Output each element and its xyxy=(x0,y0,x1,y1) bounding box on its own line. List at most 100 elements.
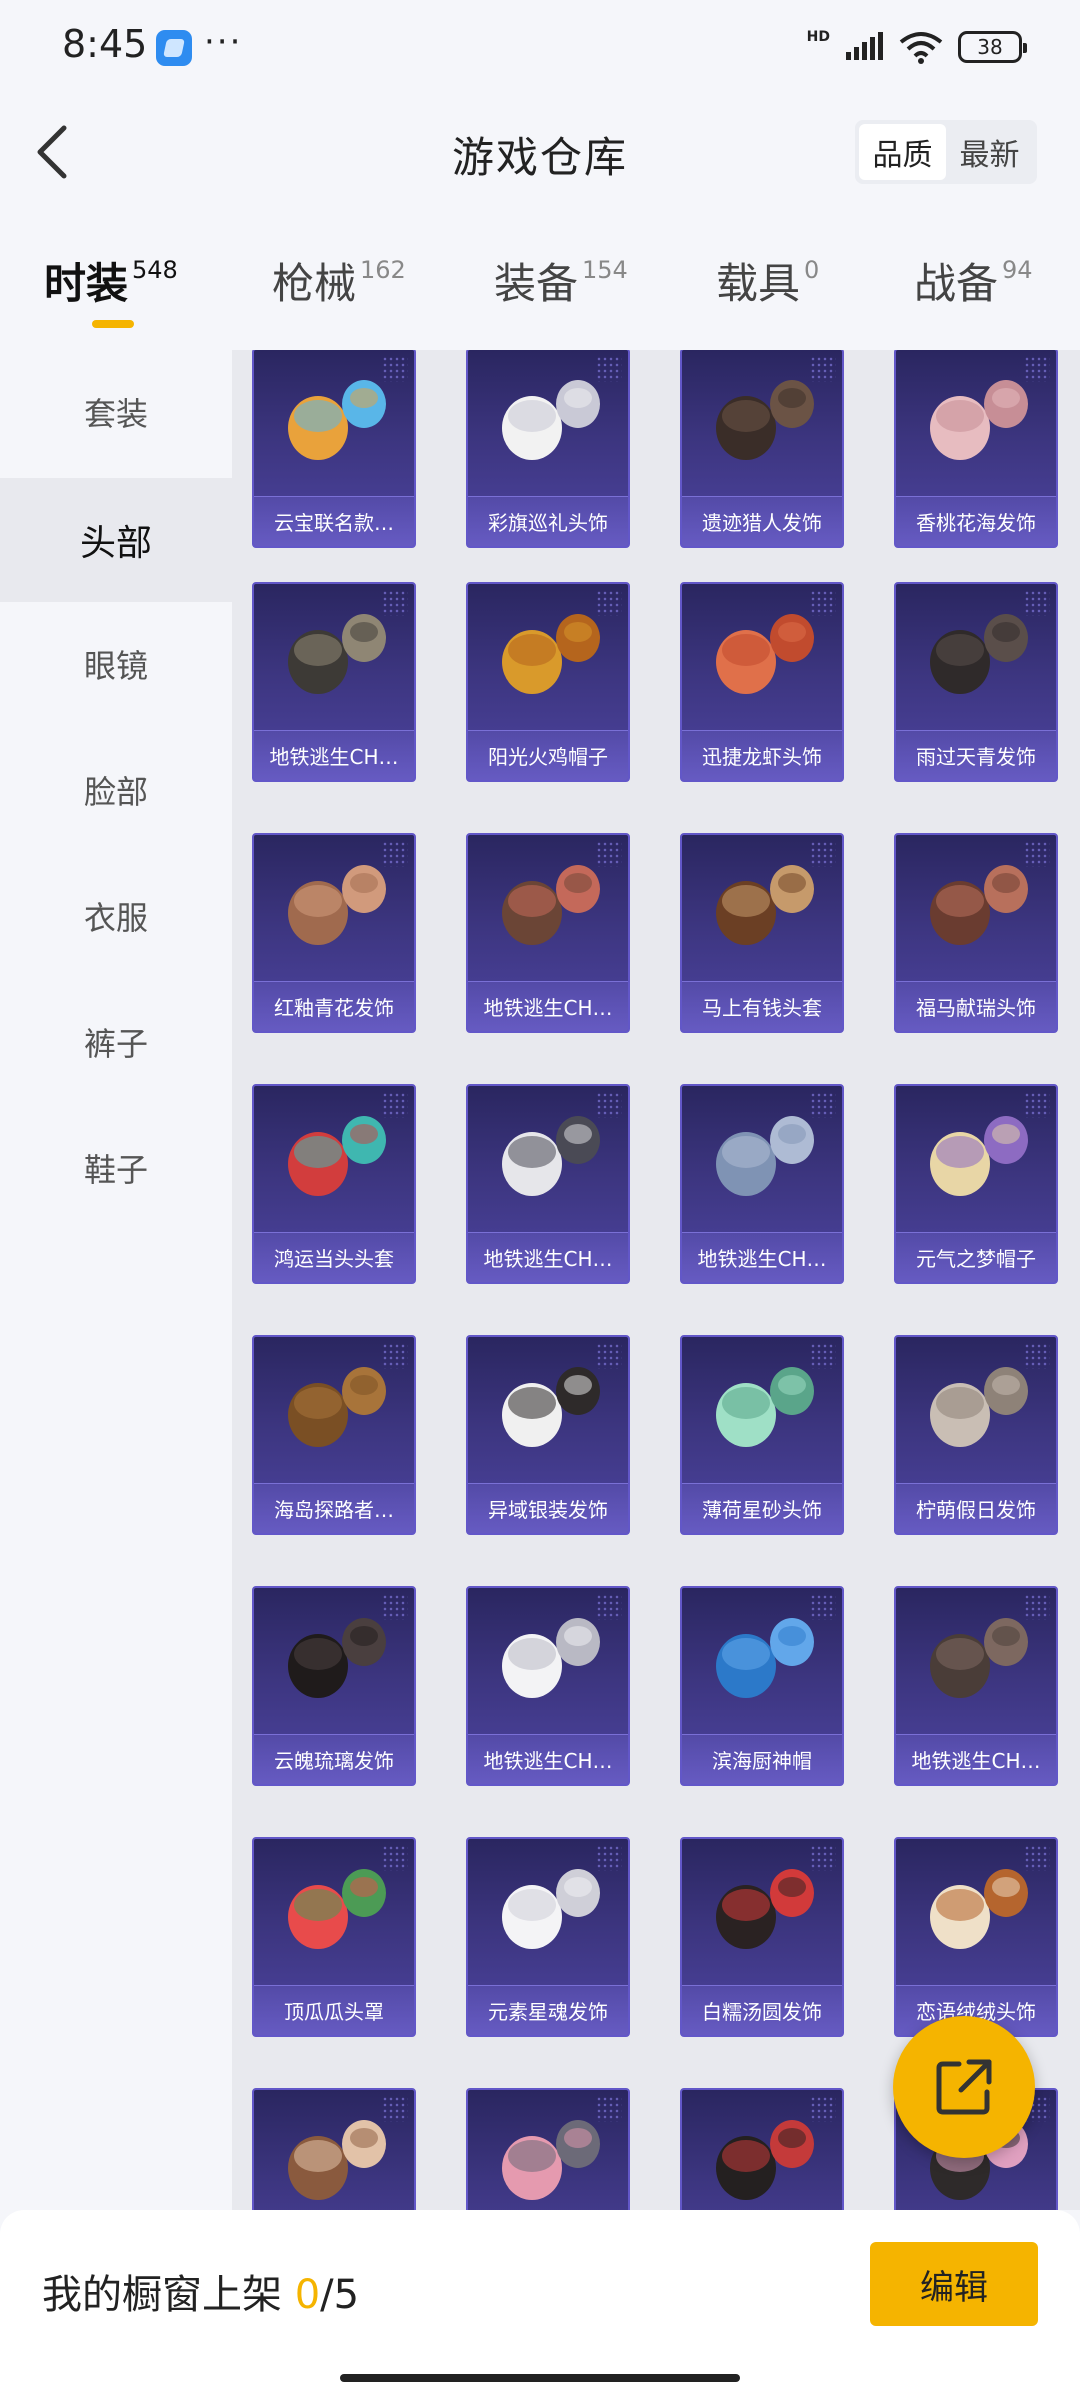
item-name: 云魄琉璃发饰 xyxy=(254,1734,414,1784)
item-card[interactable]: 海岛探路者… xyxy=(252,1335,416,1535)
item-card[interactable]: 元气之梦帽子 xyxy=(894,1084,1058,1284)
tab-label: 枪械 xyxy=(272,259,357,308)
item-card[interactable]: 薄荷星砂头饰 xyxy=(680,1335,844,1535)
item-card[interactable]: 鸿运当头头套 xyxy=(252,1084,416,1284)
item-card[interactable]: 雨过天青发饰 xyxy=(894,582,1058,782)
tab-count: 154 xyxy=(582,256,628,284)
item-thumbnail xyxy=(502,1618,600,1698)
item-thumbnail xyxy=(288,1367,386,1447)
item-card[interactable] xyxy=(252,2088,416,2210)
tab-label: 战备 xyxy=(914,259,999,308)
item-name: 雨过天青发饰 xyxy=(896,730,1056,780)
item-card[interactable]: 地铁逃生CH… xyxy=(252,582,416,782)
item-card[interactable]: 马上有钱头套 xyxy=(680,833,844,1033)
item-thumbnail xyxy=(930,1116,1028,1196)
item-card[interactable]: 白糯汤圆发饰 xyxy=(680,1837,844,2037)
item-thumbnail xyxy=(502,1367,600,1447)
item-card[interactable]: 地铁逃生CH… xyxy=(466,1586,630,1786)
item-card[interactable]: 阳光火鸡帽子 xyxy=(466,582,630,782)
item-thumbnail xyxy=(716,614,814,694)
tab-fashion[interactable]: 时装 548 xyxy=(44,250,178,311)
showcase-current: 0 xyxy=(294,2272,321,2318)
tab-label: 装备 xyxy=(494,259,579,308)
item-card[interactable] xyxy=(466,2088,630,2210)
item-name: 鸿运当头头套 xyxy=(254,1232,414,1282)
hd-label: HD xyxy=(806,29,830,45)
item-thumbnail xyxy=(930,614,1028,694)
sidebar-item-face[interactable]: 脸部 xyxy=(0,728,232,852)
tab-count: 0 xyxy=(804,256,820,284)
item-card[interactable]: 恋语绒绒头饰 xyxy=(894,1837,1058,2037)
item-thumbnail xyxy=(716,1869,814,1949)
item-thumbnail xyxy=(288,614,386,694)
home-indicator[interactable] xyxy=(340,2374,740,2382)
item-card[interactable]: 顶瓜瓜头罩 xyxy=(252,1837,416,2037)
item-card[interactable]: 地铁逃生CH… xyxy=(466,833,630,1033)
tab-label: 时装 xyxy=(44,259,129,308)
item-name: 顶瓜瓜头罩 xyxy=(254,1985,414,2035)
item-name: 马上有钱头套 xyxy=(682,981,842,1031)
item-card[interactable]: 福马献瑞头饰 xyxy=(894,833,1058,1033)
tab-vehicles[interactable]: 载具 0 xyxy=(716,250,819,311)
tab-supplies[interactable]: 战备 94 xyxy=(914,250,1033,311)
item-name: 遗迹猎人发饰 xyxy=(682,496,842,546)
item-card[interactable]: 柠萌假日发饰 xyxy=(894,1335,1058,1535)
edit-button[interactable]: 编辑 xyxy=(870,2242,1038,2326)
item-thumbnail xyxy=(502,380,600,460)
item-thumbnail xyxy=(288,2120,386,2200)
item-card[interactable]: 异域银装发饰 xyxy=(466,1335,630,1535)
item-card[interactable]: 地铁逃生CH… xyxy=(466,1084,630,1284)
item-name: 迅捷龙虾头饰 xyxy=(682,730,842,780)
item-grid: 云宝联名款… 彩旗巡礼头饰 遗迹猎人发饰 香桃花海发饰地铁逃生CH… 阳光火鸡帽子 迅捷龙… xyxy=(232,350,1080,2210)
share-button[interactable] xyxy=(893,2016,1035,2158)
item-name: 阳光火鸡帽子 xyxy=(468,730,628,780)
sidebar-item-head[interactable]: 头部 xyxy=(0,478,232,602)
item-name: 地铁逃生CH… xyxy=(254,730,414,780)
sidebar-item-clothes[interactable]: 衣服 xyxy=(0,854,232,978)
item-card[interactable]: 彩旗巡礼头饰 xyxy=(466,350,630,548)
item-card[interactable]: 红釉青花发饰 xyxy=(252,833,416,1033)
item-thumbnail xyxy=(930,1367,1028,1447)
item-name: 香桃花海发饰 xyxy=(896,496,1056,546)
item-name: 异域银装发饰 xyxy=(468,1483,628,1533)
item-thumbnail xyxy=(502,614,600,694)
item-card[interactable]: 云宝联名款… xyxy=(252,350,416,548)
item-thumbnail xyxy=(930,1869,1028,1949)
app-notification-icon xyxy=(156,30,192,66)
item-thumbnail xyxy=(288,865,386,945)
item-name: 海岛探路者… xyxy=(254,1483,414,1533)
item-name: 柠萌假日发饰 xyxy=(896,1483,1056,1533)
item-card[interactable] xyxy=(680,2088,844,2210)
item-thumbnail xyxy=(288,1618,386,1698)
item-card[interactable]: 云魄琉璃发饰 xyxy=(252,1586,416,1786)
item-card[interactable]: 遗迹猎人发饰 xyxy=(680,350,844,548)
sidebar-item-glasses[interactable]: 眼镜 xyxy=(0,602,232,726)
item-thumbnail xyxy=(716,1367,814,1447)
sort-toggle: 品质 最新 xyxy=(855,120,1037,184)
item-name: 地铁逃生CH… xyxy=(468,981,628,1031)
item-thumbnail xyxy=(288,1869,386,1949)
item-card[interactable]: 地铁逃生CH… xyxy=(680,1084,844,1284)
item-thumbnail xyxy=(716,1116,814,1196)
tab-firearms[interactable]: 枪械 162 xyxy=(272,250,406,311)
sidebar-item-shoes[interactable]: 鞋子 xyxy=(0,1106,232,1230)
sort-quality[interactable]: 品质 xyxy=(859,124,946,180)
item-name: 地铁逃生CH… xyxy=(682,1232,842,1282)
item-name: 红釉青花发饰 xyxy=(254,981,414,1031)
sidebar-item-outfit[interactable]: 套装 xyxy=(0,350,232,474)
tab-equipment[interactable]: 装备 154 xyxy=(494,250,628,311)
status-indicators: HD 38 xyxy=(806,29,1027,64)
sidebar-item-pants[interactable]: 裤子 xyxy=(0,980,232,1104)
item-card[interactable]: 元素星魂发饰 xyxy=(466,1837,630,2037)
item-card[interactable]: 滨海厨神帽 xyxy=(680,1586,844,1786)
sort-newest[interactable]: 最新 xyxy=(946,124,1033,180)
item-thumbnail xyxy=(502,1116,600,1196)
battery-icon: 38 xyxy=(958,31,1027,63)
tab-label: 载具 xyxy=(716,259,801,308)
item-card[interactable]: 地铁逃生CH… xyxy=(894,1586,1058,1786)
item-card[interactable]: 迅捷龙虾头饰 xyxy=(680,582,844,782)
tab-count: 548 xyxy=(132,256,178,284)
signal-icon xyxy=(846,32,883,60)
item-thumbnail xyxy=(930,865,1028,945)
item-card[interactable]: 香桃花海发饰 xyxy=(894,350,1058,548)
